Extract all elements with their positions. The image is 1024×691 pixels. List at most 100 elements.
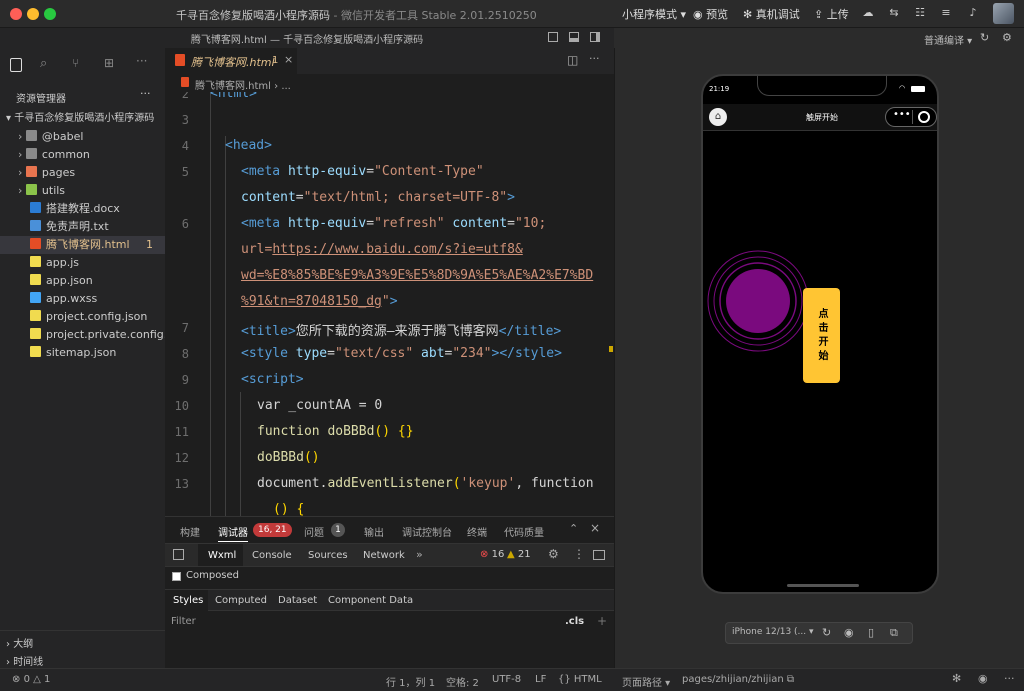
more-icon[interactable]: ··· (136, 54, 147, 68)
encoding[interactable]: UTF-8 (492, 674, 521, 685)
explorer-item[interactable]: app.json (0, 272, 165, 290)
more-dots-icon[interactable]: ••• (893, 109, 911, 120)
problems-status[interactable]: ⊗ 0 △ 1 (12, 674, 50, 685)
tab-sources[interactable]: Sources (308, 550, 348, 561)
tab-build[interactable]: 构建 (180, 524, 200, 539)
tab-terminal[interactable]: 终端 (467, 524, 487, 539)
explorer-item[interactable]: app.wxss (0, 290, 165, 308)
start-button[interactable]: 点击开始 (803, 288, 840, 383)
compile-mode-select[interactable]: 普通编译 ▾ (924, 32, 972, 47)
tab-network[interactable]: Network (363, 550, 405, 561)
maximize-window-button[interactable] (44, 8, 56, 20)
mode-select[interactable]: 小程序模式 ▾ (622, 6, 686, 22)
record-icon[interactable]: ◉ (844, 626, 854, 639)
minimize-window-button[interactable] (27, 8, 39, 20)
popout-icon[interactable]: ⧉ (890, 626, 898, 640)
warning-count[interactable]: ▲ 21 (507, 549, 531, 560)
search-icon[interactable]: ⌕ (40, 56, 47, 71)
tab-console[interactable]: Console (252, 550, 292, 561)
tab-computed[interactable]: Computed (215, 595, 267, 606)
cloud-icon[interactable]: ☁ (861, 6, 875, 20)
tab-wxml[interactable]: Wxml (208, 550, 236, 561)
explorer-more-icon[interactable]: ··· (140, 87, 151, 100)
files-icon[interactable] (10, 58, 22, 72)
toggle-sidebar-icon[interactable] (548, 32, 558, 42)
chevron-right-icon[interactable]: › (18, 166, 26, 179)
tab-styles[interactable]: Styles (173, 595, 203, 606)
explorer-item[interactable]: 腾飞博客网.html 1 (0, 236, 165, 254)
dock-icon[interactable] (593, 550, 605, 560)
close-mini-program-icon[interactable] (918, 111, 930, 123)
chevron-up-icon[interactable]: ⌃ (569, 522, 578, 535)
project-root[interactable]: ▾ 千寻百念修复版喝酒小程序源码 (0, 110, 165, 128)
breadcrumb-file[interactable]: 腾飞博客网.html › ... (195, 77, 291, 92)
toggle-panel-icon[interactable] (569, 32, 579, 42)
menu-icon[interactable]: ≡ (939, 6, 953, 20)
timeline-toggle[interactable]: › 时间线 (6, 653, 43, 668)
outline-toggle[interactable]: › 大纲 (6, 635, 33, 650)
swap-icon[interactable]: ⇆ (887, 6, 901, 20)
explorer-item[interactable]: project.config.json (0, 308, 165, 326)
page-path-select[interactable]: 页面路径 ▾ (622, 674, 670, 689)
editor-more-icon[interactable]: ··· (589, 52, 600, 65)
error-count[interactable]: ⊗ 16 (480, 549, 504, 560)
cls-button[interactable]: .cls (565, 616, 584, 627)
editor-tab[interactable]: 腾飞博客网.html 1 × (165, 48, 298, 74)
explorer-item[interactable]: sitemap.json (0, 344, 165, 362)
extensions-icon[interactable]: ⊞ (104, 56, 114, 70)
line-ending[interactable]: LF (535, 674, 546, 685)
inspect-icon[interactable] (173, 549, 184, 560)
explorer-item[interactable]: 免责声明.txt (0, 218, 165, 236)
source-control-icon[interactable]: ⑂ (72, 56, 79, 70)
tab-problems[interactable]: 问题 (304, 524, 324, 539)
filter-input[interactable]: Filter (169, 615, 554, 631)
indentation[interactable]: 空格: 2 (446, 674, 479, 689)
preview-button[interactable]: ◉ 预览 (693, 6, 728, 22)
tab-output[interactable]: 输出 (364, 524, 384, 539)
upload-button[interactable]: ⇪ 上传 (814, 6, 849, 22)
refresh-icon[interactable]: ↻ (980, 31, 989, 44)
add-rule-icon[interactable]: + (597, 614, 607, 628)
explorer-item[interactable]: › pages (0, 164, 165, 182)
explorer-item[interactable]: app.js (0, 254, 165, 272)
capsule-button[interactable]: ••• (885, 107, 937, 127)
explorer-item[interactable]: 搭建教程.docx (0, 200, 165, 218)
explorer-item[interactable]: project.private.config... (0, 326, 174, 344)
more-tabs-icon[interactable]: » (416, 548, 423, 561)
explorer-item[interactable]: › @babel (0, 128, 165, 146)
debug-icon[interactable]: ✻ (952, 672, 961, 685)
more-icon[interactable]: ··· (1004, 672, 1015, 685)
toggle-simulator-icon[interactable] (590, 32, 600, 42)
sliders-icon[interactable]: ☷ (913, 6, 927, 20)
tab-debug-console[interactable]: 调试控制台 (402, 524, 452, 539)
language-mode[interactable]: {} HTML (558, 674, 602, 685)
eye-icon[interactable]: ◉ (978, 672, 988, 685)
tab-code-quality[interactable]: 代码质量 (504, 524, 544, 539)
close-panel-icon[interactable]: × (590, 521, 600, 535)
device-select[interactable]: iPhone 12/13 (... ▾ (732, 627, 814, 637)
composed-checkbox[interactable] (172, 572, 181, 581)
purple-circle[interactable] (726, 269, 790, 333)
code-editor[interactable]: 2 3 4 5 6 7 8 9 10 11 12 13 <html> <head> <meta htt… (165, 92, 614, 516)
chevron-right-icon[interactable]: › (18, 130, 26, 143)
close-tab-icon[interactable]: × (284, 53, 293, 66)
settings-gear-icon[interactable]: ⚙ (548, 547, 559, 561)
tab-component-data[interactable]: Component Data (328, 595, 413, 606)
bell-icon[interactable]: ♪ (966, 6, 980, 20)
tab-dataset[interactable]: Dataset (278, 595, 317, 606)
avatar[interactable] (993, 3, 1014, 24)
explorer-item[interactable]: › utils (0, 182, 165, 200)
explorer-item[interactable]: › common (0, 146, 165, 164)
chevron-right-icon[interactable]: › (18, 148, 26, 161)
split-editor-icon[interactable]: ◫ (567, 53, 578, 67)
real-debug-button[interactable]: ✻ 真机调试 (743, 6, 800, 22)
tab-debugger[interactable]: 调试器 (218, 524, 248, 542)
settings-icon[interactable]: ⚙ (1002, 31, 1012, 44)
close-window-button[interactable] (10, 8, 22, 20)
copy-icon[interactable]: ⧉ (787, 674, 794, 685)
cursor-position[interactable]: 行 1，列 1 (386, 674, 435, 689)
kebab-menu-icon[interactable]: ⋮ (573, 547, 585, 561)
phone-icon[interactable]: ▯ (868, 626, 874, 639)
chevron-right-icon[interactable]: › (18, 184, 26, 197)
rotate-icon[interactable]: ↻ (822, 626, 831, 639)
